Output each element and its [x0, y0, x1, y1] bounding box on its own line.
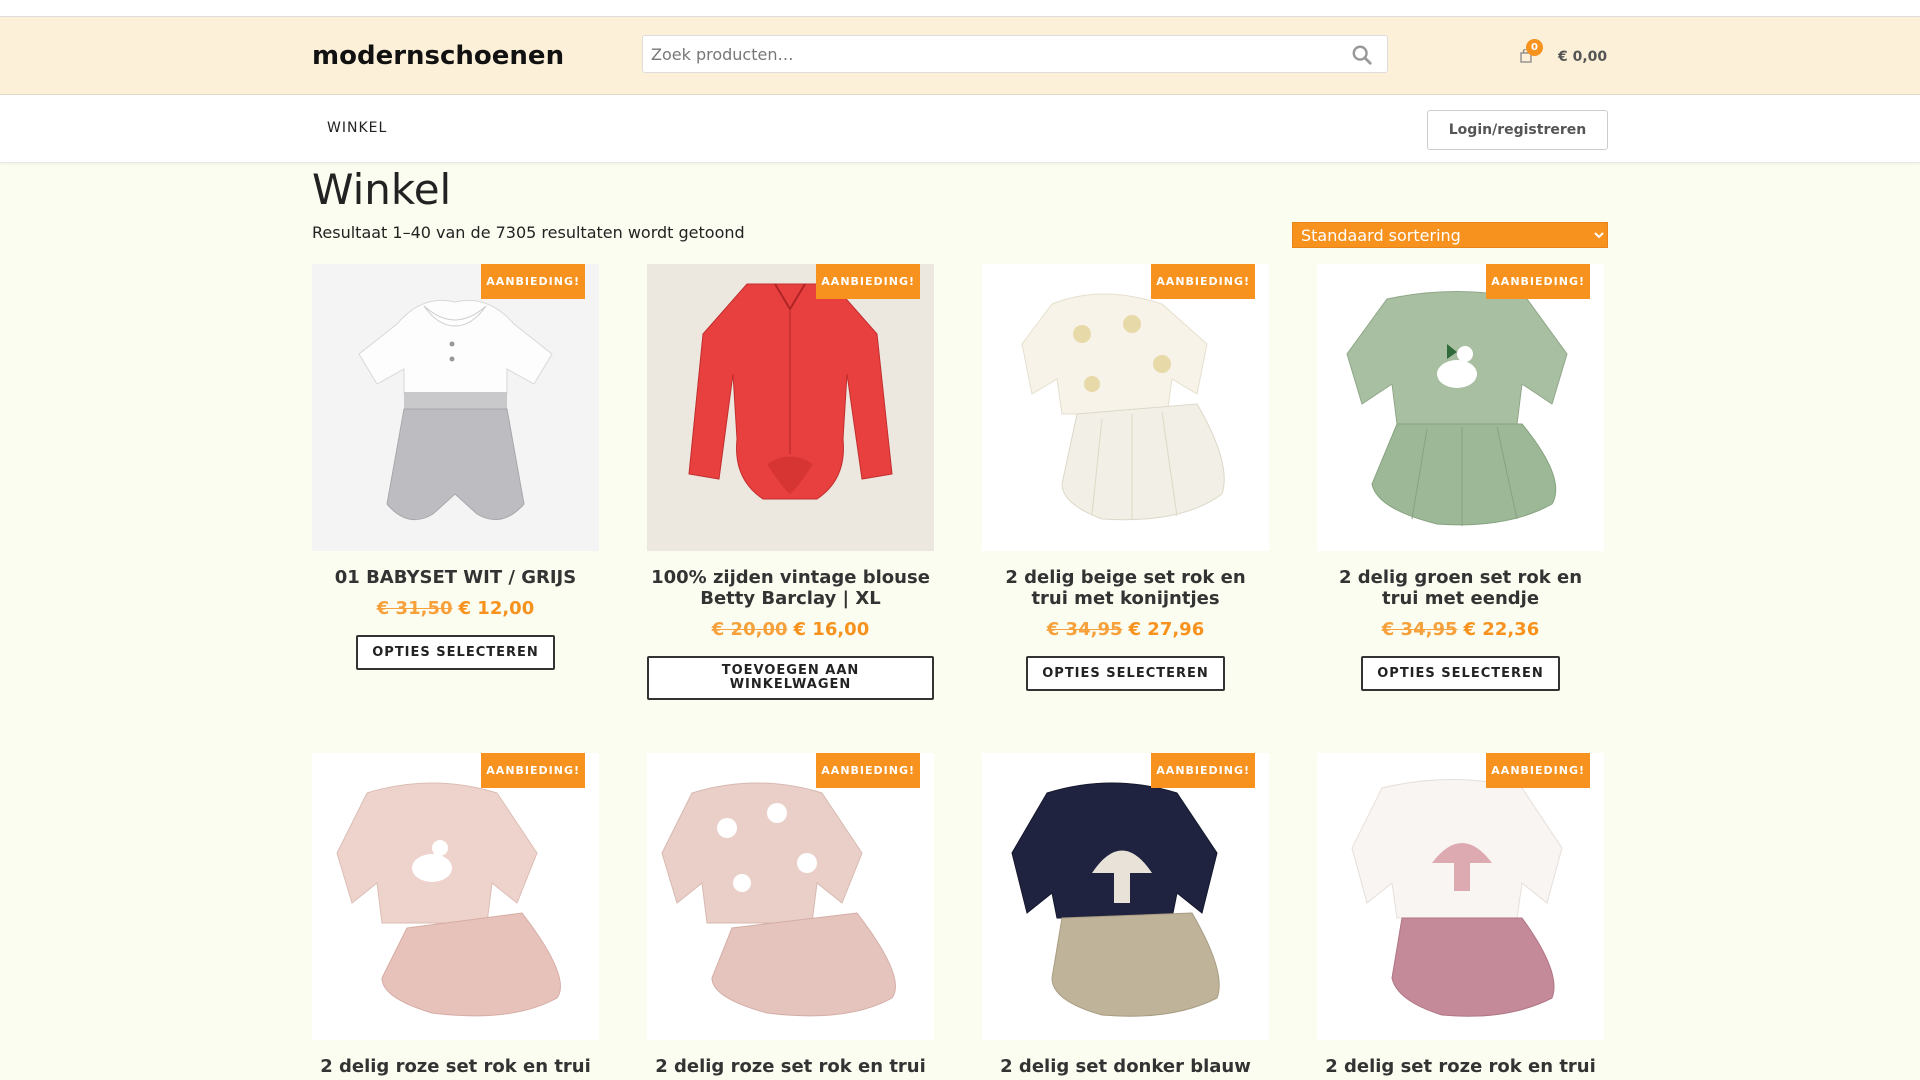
- product-image[interactable]: AANBIEDING!: [312, 753, 599, 1040]
- nav-item-winkel[interactable]: WINKEL: [327, 120, 387, 136]
- cart-total[interactable]: € 0,00: [1558, 49, 1607, 65]
- product-name[interactable]: 2 delig set roze rok en trui: [1317, 1056, 1604, 1077]
- sale-badge: AANBIEDING!: [481, 753, 585, 788]
- product-name[interactable]: 100% zijden vintage blouse Betty Barclay…: [647, 567, 934, 609]
- sale-badge: AANBIEDING!: [481, 264, 585, 299]
- sale-price: € 27,96: [1128, 619, 1205, 640]
- product-price: € 34,95 € 27,96: [982, 619, 1269, 640]
- product-name[interactable]: 2 delig set donker blauw: [982, 1056, 1269, 1077]
- product-image[interactable]: AANBIEDING!: [1317, 753, 1604, 1040]
- product-card: AANBIEDING! 2 delig beige set rok en tru…: [982, 264, 1269, 691]
- product-card: AANBIEDING! 2 delig roze set rok en trui: [647, 753, 934, 1077]
- sale-price: € 16,00: [793, 619, 870, 640]
- product-name[interactable]: 2 delig groen set rok en trui met eendje: [1317, 567, 1604, 609]
- old-price: € 34,95: [1046, 619, 1123, 640]
- page-title: Winkel: [312, 165, 452, 214]
- result-count: Resultaat 1–40 van de 7305 resultaten wo…: [312, 223, 745, 242]
- add-to-cart-button[interactable]: TOEVOEGEN AAN WINKELWAGEN: [647, 656, 934, 700]
- product-price: € 20,00 € 16,00: [647, 619, 934, 640]
- product-price: € 31,50 € 12,00: [312, 598, 599, 619]
- product-image[interactable]: AANBIEDING!: [312, 264, 599, 551]
- sale-price: € 22,36: [1463, 619, 1540, 640]
- product-card: AANBIEDING! 2 delig roze set rok en trui: [312, 753, 599, 1077]
- product-price: € 34,95 € 22,36: [1317, 619, 1604, 640]
- product-image[interactable]: AANBIEDING!: [982, 264, 1269, 551]
- sale-price: € 12,00: [458, 598, 535, 619]
- search-icon[interactable]: [1351, 44, 1373, 66]
- product-image[interactable]: AANBIEDING!: [647, 753, 934, 1040]
- product-image[interactable]: AANBIEDING!: [1317, 264, 1604, 551]
- product-image[interactable]: AANBIEDING!: [982, 753, 1269, 1040]
- select-options-button[interactable]: OPTIES SELECTEREN: [1026, 656, 1225, 691]
- login-register-button[interactable]: Login/registreren: [1427, 110, 1608, 150]
- main-navigation: WINKEL Login/registreren: [0, 95, 1920, 163]
- product-card: AANBIEDING! 100% zijden vintage blouse B…: [647, 264, 934, 700]
- product-card: AANBIEDING! 2 delig groen set rok en tru…: [1317, 264, 1604, 691]
- product-name[interactable]: 01 BABYSET WIT / GRIJS: [312, 567, 599, 588]
- old-price: € 20,00: [711, 619, 788, 640]
- select-options-button[interactable]: OPTIES SELECTEREN: [356, 635, 555, 670]
- product-card: AANBIEDING! 2 delig set donker blauw: [982, 753, 1269, 1077]
- old-price: € 34,95: [1381, 619, 1458, 640]
- product-name[interactable]: 2 delig beige set rok en trui met konijn…: [982, 567, 1269, 609]
- old-price: € 31,50: [376, 598, 453, 619]
- product-card: AANBIEDING! 01 BABYSET WIT / GRIJS € 31,…: [312, 264, 599, 670]
- sort-select[interactable]: Standaard sortering: [1292, 222, 1608, 248]
- top-strip: [0, 0, 1920, 17]
- product-card: AANBIEDING! 2 delig set roze rok en trui: [1317, 753, 1604, 1077]
- select-options-button[interactable]: OPTIES SELECTEREN: [1361, 656, 1560, 691]
- product-name[interactable]: 2 delig roze set rok en trui: [647, 1056, 934, 1077]
- sale-badge: AANBIEDING!: [1151, 753, 1255, 788]
- search-box: [642, 35, 1388, 73]
- sale-badge: AANBIEDING!: [1486, 753, 1590, 788]
- sale-badge: AANBIEDING!: [816, 753, 920, 788]
- sale-badge: AANBIEDING!: [1151, 264, 1255, 299]
- search-input[interactable]: [643, 36, 1323, 72]
- sale-badge: AANBIEDING!: [1486, 264, 1590, 299]
- cart-count-badge: 0: [1526, 39, 1543, 56]
- product-name[interactable]: 2 delig roze set rok en trui: [312, 1056, 599, 1077]
- sale-badge: AANBIEDING!: [816, 264, 920, 299]
- product-image[interactable]: AANBIEDING!: [647, 264, 934, 551]
- site-header: modernschoenen 0 € 0,00: [0, 17, 1920, 95]
- site-logo[interactable]: modernschoenen: [312, 41, 564, 71]
